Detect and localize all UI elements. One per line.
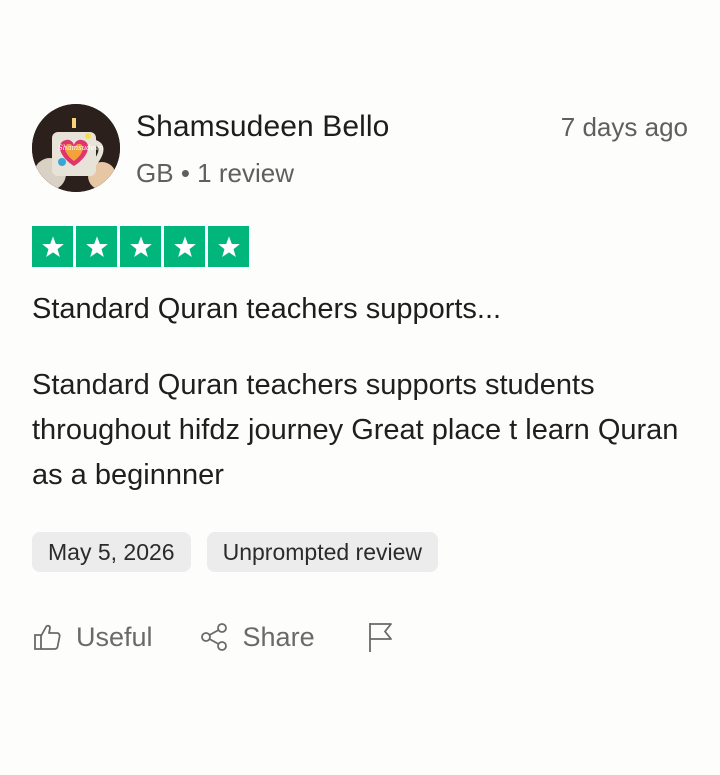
review-title[interactable]: Standard Quran teachers supports... [32, 291, 688, 327]
avatar[interactable]: Shamsudeen [32, 104, 120, 192]
review-card: Shamsudeen Shamsudeen Bello GB • 1 revie… [32, 104, 688, 654]
thumbs-up-icon [34, 624, 61, 650]
useful-button[interactable]: Useful [32, 622, 153, 653]
star-1 [32, 226, 73, 267]
reviewer-name[interactable]: Shamsudeen Bello [136, 110, 561, 144]
star-4 [164, 226, 205, 267]
star-rating [32, 226, 688, 267]
reviewer-country: GB [136, 158, 174, 188]
review-body: Standard Quran teachers supports student… [32, 369, 679, 491]
avatar-image: Shamsudeen [32, 104, 120, 192]
star-icon [41, 235, 64, 257]
flag-icon [368, 623, 392, 652]
reviewer-review-count: 1 review [197, 158, 294, 188]
star-icon [85, 235, 108, 257]
review-type-tag[interactable]: Unprompted review [206, 532, 439, 572]
share-icon [200, 623, 227, 651]
review-tags: May 5, 2026 Unprompted review [32, 532, 688, 572]
share-button[interactable]: Share [199, 622, 315, 653]
meta-separator: • [180, 158, 190, 188]
review-header: Shamsudeen Shamsudeen Bello GB • 1 revie… [32, 104, 688, 194]
star-5 [208, 226, 249, 267]
avatar-script-text: Shamsudeen [58, 144, 104, 152]
report-button[interactable] [365, 620, 395, 654]
reviewer-info: Shamsudeen Bello GB • 1 review [136, 104, 561, 188]
useful-label: Useful [76, 621, 153, 652]
reviewer-meta: GB • 1 review [136, 158, 561, 188]
star-icon [217, 235, 240, 257]
review-actions: Useful Share [32, 620, 688, 654]
review-time-ago: 7 days ago [560, 112, 688, 142]
star-icon [129, 235, 152, 257]
share-label: Share [242, 621, 315, 652]
star-icon [173, 235, 196, 257]
star-3 [120, 226, 161, 267]
date-tag: May 5, 2026 [32, 532, 191, 572]
star-2 [76, 226, 117, 267]
